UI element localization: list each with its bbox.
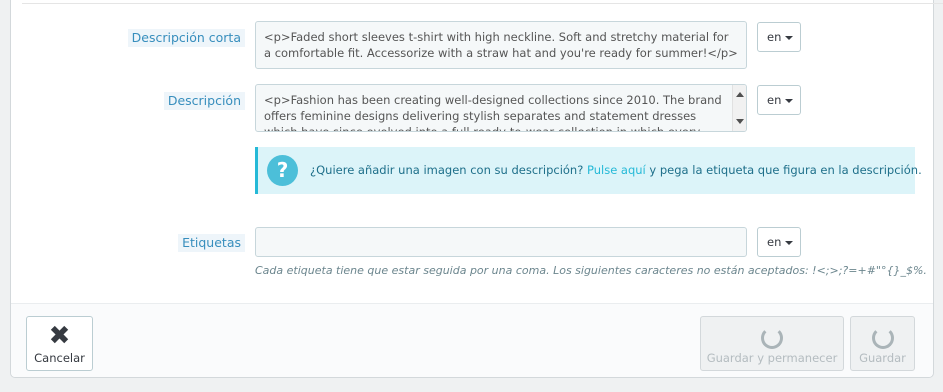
tags-lang-button[interactable]: en bbox=[757, 227, 801, 257]
tags-input[interactable] bbox=[255, 227, 747, 257]
save-and-stay-label: Guardar y permanecer bbox=[706, 351, 838, 365]
process-icon bbox=[871, 327, 894, 349]
top-divider bbox=[22, 3, 943, 4]
save-button[interactable]: Guardar bbox=[850, 316, 915, 371]
click-here-link[interactable]: Pulse aquí bbox=[587, 163, 646, 177]
description-field[interactable]: <p>Fashion has been creating well-design… bbox=[255, 84, 747, 132]
info-text-before: ¿Quiere añadir una imagen con su descrip… bbox=[310, 163, 587, 177]
short-description-field[interactable]: <p>Faded short sleeves t-shirt with high… bbox=[255, 21, 747, 69]
short-description-lang-button[interactable]: en bbox=[757, 22, 801, 52]
lang-label: en bbox=[767, 30, 782, 44]
image-description-info-alert: ? ¿Quiere añadir una imagen con su descr… bbox=[255, 147, 922, 194]
description-label: Descripción bbox=[163, 92, 245, 110]
scroll-up-arrow-icon[interactable] bbox=[736, 92, 744, 97]
description-scrollbar[interactable] bbox=[732, 85, 746, 131]
save-label: Guardar bbox=[859, 351, 906, 365]
info-text: ¿Quiere añadir una imagen con su descrip… bbox=[310, 163, 922, 177]
description-text: <p>Fashion has been creating well-design… bbox=[264, 93, 722, 132]
tags-help-text: Cada etiqueta tiene que estar seguida po… bbox=[255, 264, 927, 277]
save-and-stay-button[interactable]: Guardar y permanecer bbox=[700, 316, 844, 371]
form-footer: ✖ Cancelar Guardar y permanecer Guardar bbox=[11, 303, 933, 377]
description-lang-button[interactable]: en bbox=[757, 85, 801, 115]
process-icon bbox=[761, 327, 783, 349]
caret-down-icon bbox=[785, 98, 794, 103]
cancel-label: Cancelar bbox=[34, 351, 85, 365]
lang-label: en bbox=[767, 93, 782, 107]
caret-down-icon bbox=[785, 35, 794, 40]
short-description-label: Descripción corta bbox=[127, 29, 245, 47]
cancel-button[interactable]: ✖ Cancelar bbox=[26, 316, 93, 371]
info-text-after: y pega la etiqueta que figura en la desc… bbox=[645, 163, 922, 177]
lang-label: en bbox=[767, 235, 782, 249]
scroll-down-arrow-icon[interactable] bbox=[736, 119, 744, 124]
close-icon: ✖ bbox=[48, 321, 71, 351]
short-description-text: <p>Faded short sleeves t-shirt with high… bbox=[264, 30, 738, 60]
caret-down-icon bbox=[785, 240, 794, 245]
question-icon: ? bbox=[267, 155, 298, 186]
tags-label: Etiquetas bbox=[178, 234, 245, 252]
